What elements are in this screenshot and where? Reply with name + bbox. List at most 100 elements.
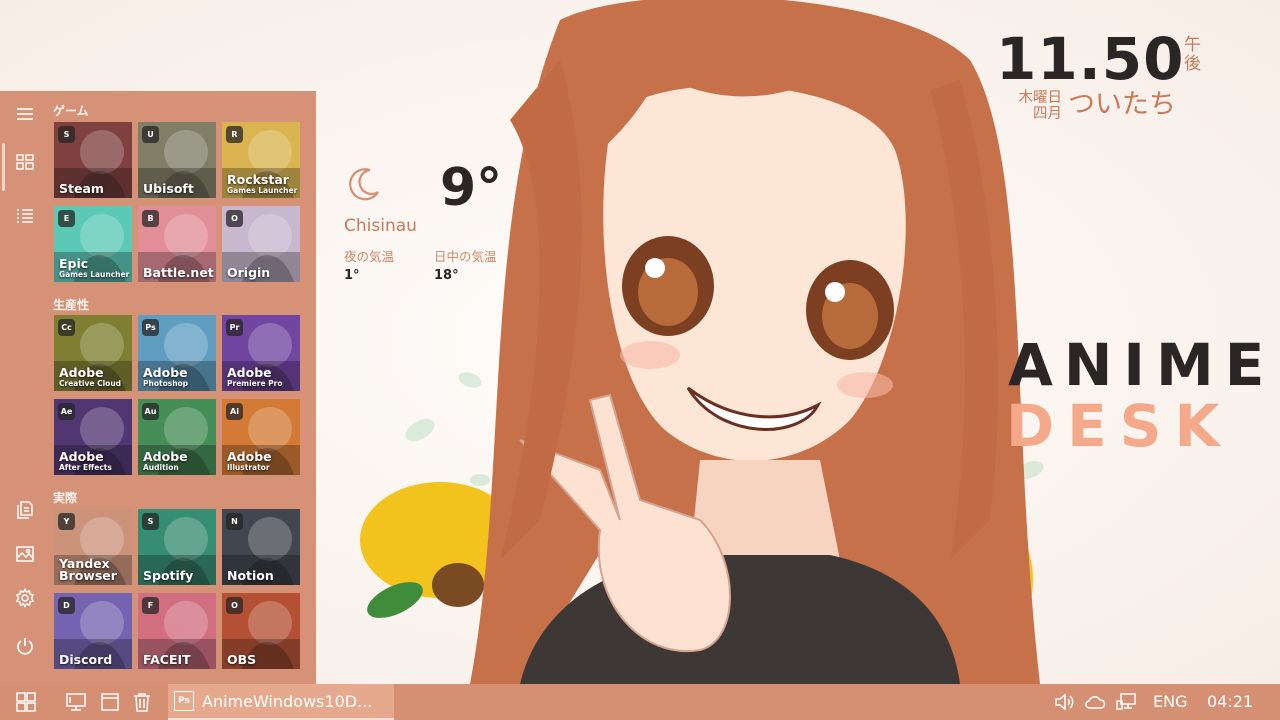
tile-epic-games-launcher[interactable]: E Epic Games Launcher [54, 206, 132, 282]
section-title-games: ゲーム [53, 104, 89, 118]
network-icon[interactable] [1112, 684, 1140, 720]
documents-icon[interactable] [12, 497, 38, 523]
tile-subtitle: Premiere Pro [227, 379, 283, 388]
tile-title: Epic [59, 256, 89, 271]
yandex-icon: Y [58, 513, 75, 530]
hamburger-menu-icon[interactable] [12, 101, 38, 127]
tile-spotify[interactable]: S Spotify [138, 509, 216, 585]
tile-label: Ubisoft [143, 181, 213, 196]
tile-steam[interactable]: S Steam [54, 122, 132, 198]
day-temp-value: 18° [434, 268, 459, 283]
tile-label: Origin [227, 266, 297, 279]
window-icon[interactable] [96, 684, 124, 720]
clock-widget: 11.50 午後 木曜日 四月 ついたち [996, 26, 1226, 126]
photoshop-icon: Ps [174, 691, 194, 711]
tile-label: FACEIT [143, 653, 213, 666]
weather-widget[interactable]: 9° Chisinau 夜の気温 1° 日中の気温 18° [340, 158, 530, 288]
tile-adobe-creative-cloud[interactable]: Cc Adobe Creative Cloud [54, 315, 132, 391]
tile-label: Battle.net [143, 265, 214, 280]
illustrator-icon: Ai [226, 403, 243, 420]
tile-label: Discord [59, 652, 129, 667]
tile-title: Adobe [227, 365, 272, 380]
tile-ubisoft[interactable]: U Ubisoft [138, 122, 216, 198]
tile-title: Adobe [143, 449, 188, 464]
volume-icon[interactable] [1050, 684, 1078, 720]
tile-adobe-after-effects[interactable]: Ae Adobe After Effects [54, 399, 132, 475]
tile-obs[interactable]: O OBS [222, 593, 300, 669]
tile-title: Notion [227, 568, 274, 583]
taskbar-app-photoshop[interactable]: Ps AnimeWindows10D... [168, 684, 394, 720]
tile-notion[interactable]: N Notion [222, 509, 300, 585]
clock-date: ついたち [1068, 89, 1176, 120]
pictures-icon[interactable] [12, 541, 38, 567]
tile-subtitle: Games Launcher [59, 270, 130, 279]
discord-icon: D [58, 597, 75, 614]
tile-subtitle: Audition [143, 463, 179, 472]
tile-adobe-illustrator[interactable]: Ai Adobe Illustrator [222, 399, 300, 475]
tile-title: Adobe [227, 449, 272, 464]
tile-label: Spotify [143, 568, 213, 583]
clock-month: 四月 [1033, 106, 1062, 122]
tile-title: Battle.net [143, 265, 214, 280]
tile-label: Rockstar Games Launcher [227, 172, 298, 195]
tile-title: Spotify [143, 568, 194, 583]
settings-gear-icon[interactable] [12, 585, 38, 611]
taskbar-clock[interactable]: 04:21 [1207, 692, 1253, 711]
rail-active-indicator [2, 143, 5, 191]
tiles-grid-icon[interactable] [12, 149, 38, 175]
night-temp-value: 1° [344, 268, 360, 283]
tile-title: OBS [227, 652, 257, 667]
tile-title: Discord [59, 652, 113, 667]
cloud-icon[interactable] [1080, 684, 1110, 720]
tile-label: Adobe Creative Cloud [59, 366, 129, 388]
tile-discord[interactable]: D Discord [54, 593, 132, 669]
day-temp-label: 日中の気温 [434, 249, 497, 264]
steam-icon: S [58, 126, 75, 143]
tile-subtitle: Illustrator [227, 463, 270, 472]
tile-title: Adobe [143, 365, 188, 380]
tile-faceit[interactable]: F FACEIT [138, 593, 216, 669]
ubisoft-icon: U [142, 126, 159, 143]
recycle-bin-icon[interactable] [128, 684, 156, 720]
photoshop-icon: Ps [142, 319, 159, 336]
tile-battle-net[interactable]: B Battle.net [138, 206, 216, 282]
section-title-practical: 実際 [53, 491, 78, 505]
tile-rockstar-games-launcher[interactable]: R Rockstar Games Launcher [222, 122, 300, 198]
taskbar-app-label: AnimeWindows10D... [202, 691, 373, 711]
list-icon[interactable] [12, 203, 38, 229]
tile-adobe-photoshop[interactable]: Ps Adobe Photoshop [138, 315, 216, 391]
brand-title-anime: ANIME [1008, 331, 1276, 399]
windows-logo-icon[interactable] [10, 684, 42, 720]
battlenet-icon: B [142, 210, 159, 227]
tile-subtitle: Creative Cloud [59, 379, 122, 388]
language-indicator[interactable]: ENG [1153, 692, 1187, 711]
tile-yandex-browser[interactable]: Y Yandex Browser [54, 509, 132, 585]
tile-label: Epic Games Launcher [59, 256, 130, 279]
tile-label: Adobe Premiere Pro [227, 365, 297, 388]
tile-title: Steam [59, 181, 104, 196]
faceit-icon: F [142, 597, 159, 614]
creative-cloud-icon: Cc [58, 319, 75, 336]
tile-label: Adobe After Effects [59, 450, 129, 472]
spotify-icon: S [142, 513, 159, 530]
tile-label: Adobe Audition [143, 449, 213, 472]
current-temperature: 9° [440, 158, 503, 218]
power-icon[interactable] [12, 633, 38, 659]
rockstar-icon: R [226, 126, 243, 143]
tile-subtitle: Browser [59, 568, 117, 583]
tile-title: Ubisoft [143, 181, 194, 196]
tile-origin[interactable]: O Origin [222, 206, 300, 282]
tile-subtitle: Games Launcher [227, 186, 298, 195]
clock-ampm: 午後 [1184, 35, 1201, 74]
tile-adobe-premiere-pro[interactable]: Pr Adobe Premiere Pro [222, 315, 300, 391]
desktop-icon[interactable] [62, 684, 90, 720]
start-menu-rail [0, 91, 50, 684]
tile-adobe-audition[interactable]: Au Adobe Audition [138, 399, 216, 475]
crescent-moon-icon [344, 164, 384, 204]
premiere-icon: Pr [226, 319, 243, 336]
tile-label: Adobe Illustrator [227, 449, 297, 472]
tile-title: Rockstar [227, 172, 289, 187]
clock-time: 11.50 [996, 25, 1185, 93]
after-effects-icon: Ae [58, 403, 75, 420]
tile-label: OBS [227, 652, 297, 667]
